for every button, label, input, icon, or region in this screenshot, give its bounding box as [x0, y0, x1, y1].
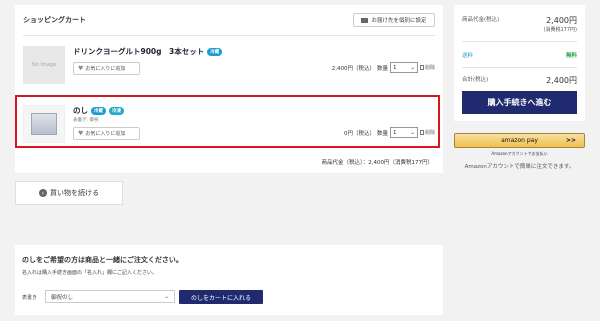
add-noshi-button[interactable]: のしをカートに入れる — [179, 290, 263, 304]
continue-shopping-label: 買い物を続ける — [50, 189, 99, 197]
noshi-title: のしをご希望の方は商品と一緒にご注文ください。 — [22, 256, 183, 264]
quantity-value: 1 — [392, 64, 397, 71]
no-image-text: No Image — [31, 62, 57, 68]
refrigerated-badge: 冷蔵 — [207, 47, 223, 56]
shipping-row: 送料 無料 — [462, 51, 577, 59]
cart-title: ショッピングカート — [23, 16, 86, 24]
total-value: 2,400円 — [546, 76, 577, 85]
goods-total-row: 商品代金(税込) 2,400円 — [462, 15, 577, 26]
divider — [462, 41, 577, 42]
product-thumbnail[interactable]: No Image — [23, 46, 65, 84]
noshi-panel: のしをご希望の方は商品と一緒にご注文ください。 名入れは購入手続き画面の「名入れ… — [15, 245, 443, 315]
goods-tax: (消費税177円) — [543, 27, 577, 33]
goods-label: 商品代金(税込) — [462, 17, 500, 23]
quantity-select[interactable]: 1 ⌄ — [389, 62, 418, 73]
chevron-down-icon: ⌄ — [410, 64, 415, 71]
cart-item: No Image ドリンクヨーグルト900g 3本セット 冷蔵 ♥ お気に入りに… — [23, 35, 435, 87]
grand-total-row: 合計(税込) 2,400円 — [462, 75, 577, 86]
divider — [462, 67, 577, 68]
shipping-label: 送料 — [462, 53, 474, 59]
amazon-pay-logo: amazon pay — [501, 137, 538, 144]
highlight-frame — [15, 95, 440, 148]
truck-icon — [361, 17, 369, 23]
price-qty-row: 2,400円（税込） 数量 1 ⌄ 削除 — [332, 62, 435, 73]
goods-value: 2,400円 — [546, 16, 577, 25]
delete-label: 削除 — [424, 65, 435, 71]
checkout-button[interactable]: 購入手続きへ進む — [462, 91, 577, 114]
heart-icon: ♥ — [78, 65, 84, 72]
noshi-select-label: 表書き — [22, 295, 38, 301]
individual-shipping-button[interactable]: お届け先を個別に設定 — [353, 13, 435, 27]
noshi-note: 名入れは購入手続き画面の「名入れ」欄にご記入ください。 — [22, 270, 157, 276]
product-name[interactable]: ドリンクヨーグルト900g 3本セット — [73, 46, 204, 57]
item-price: 2,400円（税込） — [331, 65, 375, 72]
cart-subtotal: 商品代金（税込）：2,400円（消費税177円） — [321, 160, 434, 166]
favorites-label: お気に入りに追加 — [85, 66, 126, 72]
trash-icon — [419, 65, 424, 70]
chevron-down-icon: ⌄ — [164, 293, 169, 300]
add-to-favorites-button[interactable]: ♥ お気に入りに追加 — [73, 62, 140, 75]
product-name-row: ドリンクヨーグルト900g 3本セット 冷蔵 — [73, 46, 223, 57]
individual-shipping-label: お届け先を個別に設定 — [371, 18, 427, 24]
total-label: 合計(税込) — [462, 77, 489, 83]
amazon-pay-subtext: Amazonアカウントでお支払い — [491, 151, 548, 156]
back-arrow-icon: ‹ — [39, 189, 47, 197]
amazon-pay-note: Amazonアカウントで簡単に注文できます。 — [464, 164, 575, 170]
amazon-pay-button[interactable]: amazon pay >> — [454, 133, 585, 148]
noshi-type-select[interactable]: 御祝のし ⌄ — [45, 290, 175, 303]
noshi-select-value: 御祝のし — [51, 294, 74, 301]
continue-shopping-button[interactable]: ‹ 買い物を続ける — [15, 181, 123, 205]
shipping-value: 無料 — [565, 53, 577, 59]
order-summary: 商品代金(税込) 2,400円 (消費税177円) 送料 無料 合計(税込) 2… — [454, 5, 585, 121]
qty-label: 数量 — [376, 65, 388, 72]
delete-button[interactable]: 削除 — [419, 64, 435, 71]
double-chevron-icon: >> — [565, 137, 576, 144]
